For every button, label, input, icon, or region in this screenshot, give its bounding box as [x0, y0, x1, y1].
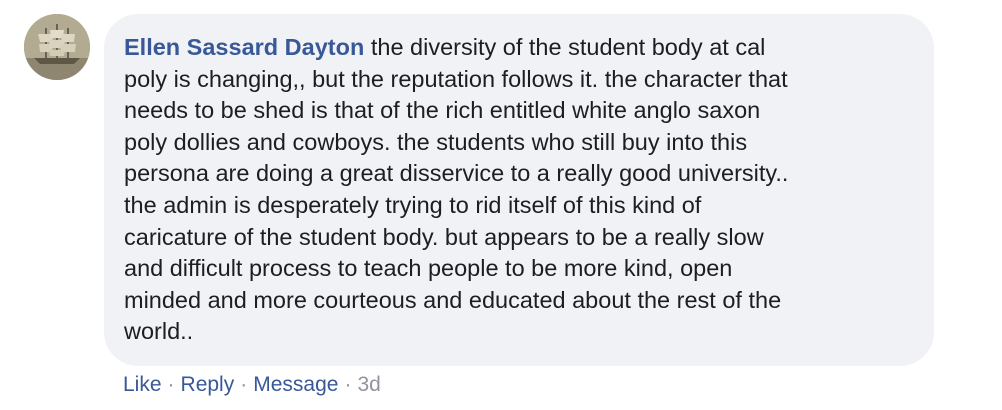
comment-line: caricature of the student body. but appe… [124, 223, 764, 250]
timestamp[interactable]: 3d [357, 373, 380, 397]
separator: · [240, 373, 248, 396]
separator: · [167, 373, 175, 396]
comment-line: poly dollies and cowboys. the students w… [124, 128, 748, 155]
comment-line: and difficult process to teach people to… [124, 255, 733, 282]
comment-line: the diversity of the student body at cal [370, 34, 766, 60]
message-button[interactable]: Message [253, 373, 338, 397]
comment-line: poly is changing,, but the reputation fo… [124, 65, 788, 92]
avatar[interactable] [24, 14, 90, 80]
comment: Ellen Sassard Dayton the diversity of th… [0, 0, 1002, 410]
comment-bubble: Ellen Sassard Dayton the diversity of th… [104, 14, 934, 366]
comment-line: persona are doing a great disservice to … [124, 160, 789, 187]
ship-photo-avatar-icon [24, 14, 90, 80]
comment-line: needs to be shed is that of the rich ent… [124, 97, 761, 124]
comment-line: the admin is desperately trying to rid i… [124, 191, 702, 218]
like-button[interactable]: Like [123, 373, 162, 397]
reply-button[interactable]: Reply [181, 373, 235, 397]
comment-actions: Like · Reply · Message · 3d [123, 369, 381, 401]
comment-text: Ellen Sassard Dayton the diversity of th… [124, 32, 914, 348]
comment-line: minded and more courteous and educated a… [124, 286, 782, 313]
author-name[interactable]: Ellen Sassard Dayton [124, 34, 364, 60]
separator: · [344, 373, 352, 396]
comment-line: world.. [124, 318, 194, 345]
